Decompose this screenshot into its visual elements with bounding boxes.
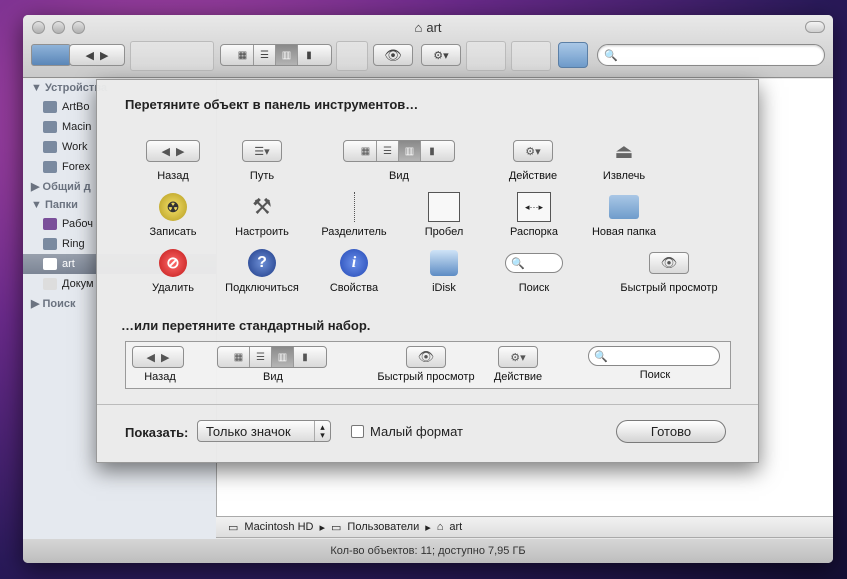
customize-toolbar-sheet: Перетяните объект в панель инструментов…… bbox=[96, 79, 759, 463]
gear-icon: ⚙▾ bbox=[498, 346, 538, 368]
photo-icon bbox=[31, 44, 71, 66]
search-icon: 🔍 bbox=[505, 253, 563, 273]
view-segmented-icon: ▦ ☰ ▥ ▮ bbox=[217, 346, 327, 368]
folder-icon bbox=[558, 42, 588, 68]
back-forward-icon: ◀ ▶ bbox=[146, 140, 200, 162]
list-view-icon[interactable]: ☰ bbox=[254, 45, 276, 65]
sheet-footer: Показать: Только значок ▴ ▾ Малый формат … bbox=[97, 404, 758, 464]
search-field[interactable]: 🔍 bbox=[597, 44, 825, 66]
disk-icon bbox=[43, 121, 57, 133]
laptop-icon bbox=[43, 101, 57, 113]
space-icon bbox=[428, 192, 460, 222]
search-icon: 🔍 bbox=[588, 346, 720, 366]
show-label: Показать: bbox=[125, 425, 189, 440]
toolbar-item-idisk[interactable]: iDisk bbox=[396, 246, 492, 294]
burn-icon: ☢ bbox=[159, 193, 187, 221]
back-forward-icon: ◀ ▶ bbox=[132, 346, 184, 368]
home-icon: ⌂ bbox=[436, 521, 444, 533]
view-segmented-icon: ▦ ☰ ▥ ▮ bbox=[343, 140, 455, 162]
quick-look-button[interactable]: 👁 bbox=[373, 44, 413, 66]
eye-icon: 👁 bbox=[406, 346, 446, 368]
idisk-icon bbox=[430, 250, 458, 276]
path-icon: ☰▾ bbox=[242, 140, 282, 162]
flexible-space-icon: ◂···▸ bbox=[517, 192, 551, 222]
toolbar-item-separator[interactable]: Разделитель bbox=[306, 190, 402, 238]
default-toolbar-set[interactable]: ◀ ▶ Назад ▦ ☰ ▥ ▮ Вид 👁 Быстрый просмотр ⚙▾… bbox=[125, 341, 731, 389]
coverflow-view-icon[interactable]: ▮ bbox=[298, 45, 320, 65]
window-title: ⌂ art bbox=[414, 20, 442, 35]
toolbar-item-info[interactable]: i Свойства bbox=[306, 246, 402, 294]
back-forward-button[interactable]: ◀ ▶ bbox=[69, 44, 125, 66]
disk-icon bbox=[43, 161, 57, 173]
action-button[interactable]: ⚙▾ bbox=[421, 44, 461, 66]
toolbar-placeholder bbox=[130, 41, 214, 71]
eject-icon: ⏏ bbox=[614, 140, 634, 163]
checkbox-box[interactable] bbox=[351, 425, 364, 438]
default-item-search: 🔍 Поиск bbox=[588, 346, 722, 381]
toolbar-item-back[interactable]: ◀ ▶ Назад bbox=[125, 134, 221, 182]
delete-icon: ⊘ bbox=[159, 249, 187, 277]
home-icon bbox=[43, 258, 57, 270]
default-set-title: …или перетяните стандартный набор. bbox=[121, 318, 371, 333]
default-item-view: ▦ ☰ ▥ ▮ Вид bbox=[217, 346, 329, 383]
document-icon bbox=[43, 278, 57, 290]
folder-icon: ▭ bbox=[331, 521, 342, 534]
folder-icon bbox=[43, 238, 57, 250]
toolbar-item-space[interactable]: Пробел bbox=[396, 190, 492, 238]
title-bar: ⌂ art ◀ ▶ ▦ ☰ ▥ ▮ 👁 ⚙▾ 🔍 bbox=[23, 15, 833, 78]
toolbar-toggle-button[interactable] bbox=[805, 21, 825, 33]
new-folder-icon bbox=[609, 195, 639, 219]
chevron-right-icon: ▸ bbox=[319, 521, 326, 534]
toolbar: ◀ ▶ ▦ ☰ ▥ ▮ 👁 ⚙▾ 🔍 bbox=[23, 41, 833, 73]
hard-disk-icon: ▭ bbox=[228, 521, 239, 534]
default-item-quick-look: 👁 Быстрый просмотр bbox=[366, 346, 486, 383]
path-item[interactable]: Macintosh HD bbox=[244, 521, 313, 533]
small-size-checkbox[interactable]: Малый формат bbox=[351, 424, 463, 439]
search-icon: 🔍 bbox=[604, 49, 618, 62]
toolbar-item-new-folder[interactable]: Новая папка bbox=[576, 190, 672, 238]
show-popup[interactable]: Только значок ▴ ▾ bbox=[197, 420, 331, 442]
info-icon: i bbox=[340, 249, 368, 277]
toolbar-placeholder bbox=[511, 41, 551, 71]
eye-icon: 👁 bbox=[649, 252, 689, 274]
toolbar-item-customize[interactable]: ⚒ Настроить bbox=[214, 190, 310, 238]
home-icon: ⌂ bbox=[414, 20, 423, 35]
toolbar-item-burn[interactable]: ☢ Записать bbox=[125, 190, 221, 238]
icon-view-icon[interactable]: ▦ bbox=[232, 45, 254, 65]
toolbar-placeholder bbox=[336, 41, 368, 71]
done-button[interactable]: Готово bbox=[616, 420, 726, 443]
disk-icon bbox=[43, 141, 57, 153]
column-view-icon[interactable]: ▥ bbox=[276, 45, 298, 65]
path-bar: ▭ Macintosh HD ▸ ▭ Пользователи ▸ ⌂ art bbox=[216, 516, 833, 538]
toolbar-item-path[interactable]: ☰▾ Путь bbox=[214, 134, 310, 182]
toolbar-item-eject[interactable]: ⏏ Извлечь bbox=[576, 134, 672, 183]
toolbar-item-delete[interactable]: ⊘ Удалить bbox=[125, 246, 221, 294]
toolbar-item-flexible-space[interactable]: ◂···▸ Распорка bbox=[486, 190, 582, 238]
default-item-back: ◀ ▶ Назад bbox=[132, 346, 188, 383]
updown-arrow-icon: ▴ ▾ bbox=[314, 421, 330, 441]
toolbar-item-view[interactable]: ▦ ☰ ▥ ▮ Вид bbox=[343, 134, 455, 182]
default-item-action: ⚙▾ Действие bbox=[486, 346, 550, 383]
sheet-title: Перетяните объект в панель инструментов… bbox=[125, 97, 419, 112]
chevron-right-icon: ▸ bbox=[425, 521, 431, 534]
toolbar-placeholder bbox=[466, 41, 506, 71]
path-item[interactable]: art bbox=[449, 521, 462, 533]
desktop-icon bbox=[43, 218, 57, 230]
toolbar-item-connect[interactable]: ? Подключиться bbox=[214, 246, 310, 294]
view-segmented-control[interactable]: ▦ ☰ ▥ ▮ bbox=[220, 44, 332, 66]
separator-icon bbox=[353, 192, 355, 222]
gear-icon: ⚙▾ bbox=[513, 140, 553, 162]
tools-icon: ⚒ bbox=[252, 194, 272, 219]
toolbar-item-search[interactable]: 🔍 Поиск bbox=[486, 246, 582, 294]
status-bar: Кол-во объектов: 11; доступно 7,95 ГБ bbox=[23, 539, 833, 563]
toolbar-item-quick-look[interactable]: 👁 Быстрый просмотр bbox=[607, 246, 731, 294]
toolbar-item-action[interactable]: ⚙▾ Действие bbox=[485, 134, 581, 182]
path-item[interactable]: Пользователи bbox=[347, 521, 419, 533]
globe-icon: ? bbox=[248, 249, 276, 277]
